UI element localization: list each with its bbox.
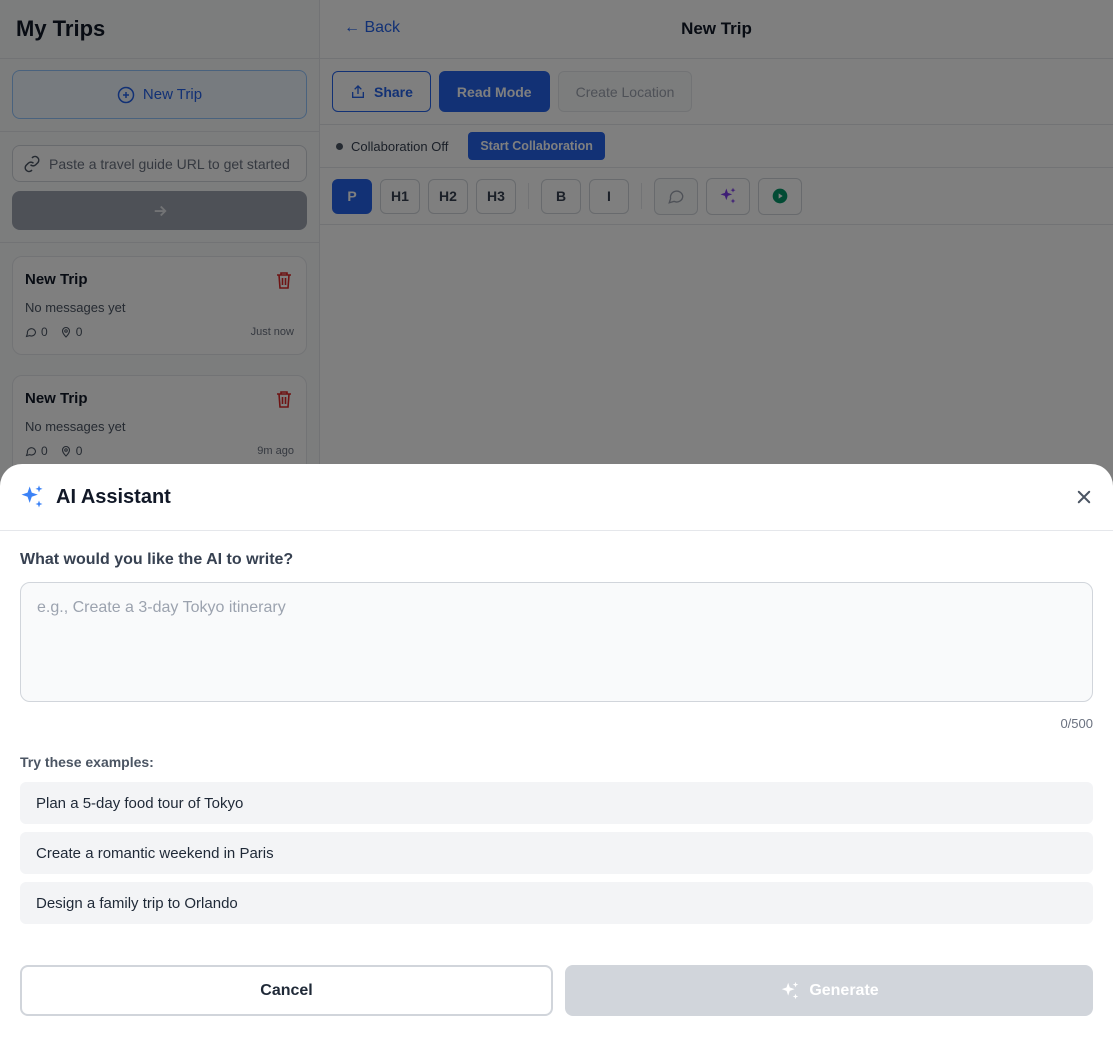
close-icon <box>1077 490 1091 504</box>
sparkles-icon <box>21 485 43 508</box>
sheet-title: AI Assistant <box>56 485 171 508</box>
character-count: 0/500 <box>1060 716 1093 731</box>
ai-assistant-sheet: AI Assistant What would you like the AI … <box>0 464 1113 1050</box>
prompt-textarea[interactable] <box>20 582 1093 702</box>
generate-label: Generate <box>809 981 879 999</box>
sheet-body: What would you like the AI to write? 0/5… <box>0 531 1113 924</box>
generate-button[interactable]: Generate <box>565 965 1093 1016</box>
prompt-label: What would you like the AI to write? <box>20 551 294 568</box>
example-prompt[interactable]: Plan a 5-day food tour of Tokyo <box>20 782 1093 824</box>
examples-label: Try these examples: <box>20 754 154 770</box>
example-prompt[interactable]: Create a romantic weekend in Paris <box>20 832 1093 874</box>
example-prompt[interactable]: Design a family trip to Orlando <box>20 882 1093 924</box>
sparkles-icon <box>782 981 799 999</box>
cancel-button[interactable]: Cancel <box>20 965 553 1016</box>
close-button[interactable] <box>1075 488 1093 506</box>
sheet-header: AI Assistant <box>0 464 1113 531</box>
sheet-footer: Cancel Generate <box>20 965 1093 1016</box>
